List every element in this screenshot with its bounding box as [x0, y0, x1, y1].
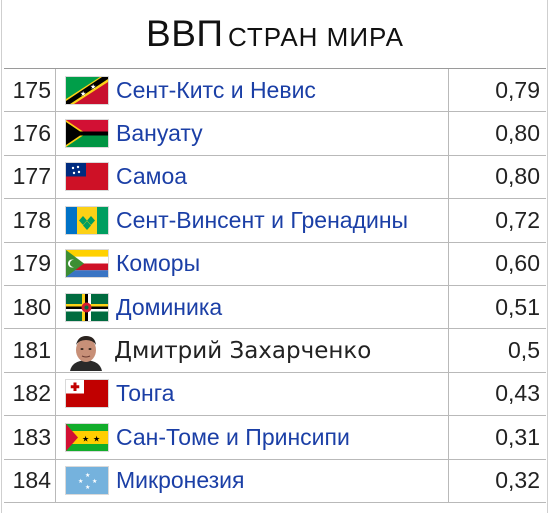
svg-text:★: ★: [80, 90, 86, 98]
rank-cell: 183: [4, 416, 56, 459]
name-cell: Самоа: [56, 155, 449, 199]
name-cell: Сент-Винсент и Гренадины: [56, 199, 449, 242]
country-link[interactable]: Доминика: [116, 294, 222, 321]
table-row: 183 ★ ★ Сан-Томе и Принсипи 0,31: [4, 416, 546, 460]
country-link[interactable]: Сент-Китс и Невис: [116, 77, 316, 104]
rank-cell: 177: [4, 155, 56, 199]
svg-text:★: ★: [90, 83, 96, 91]
name-cell: ★ ★ Сент-Китс и Невис: [56, 69, 449, 112]
page-title: ВВП СТРАН МИРА: [0, 0, 550, 68]
flag-sao-tome-icon: ★ ★: [66, 423, 108, 451]
svg-text:★: ★: [85, 472, 90, 479]
name-cell: Коморы: [56, 242, 449, 285]
rank-cell: 179: [4, 242, 56, 285]
rank-cell: 180: [4, 285, 56, 329]
gdp-table: 175 ★ ★ Сент-Китс и Невис 0,79 176 Вануа…: [4, 68, 546, 513]
title-sub: СТРАН МИРА: [227, 22, 404, 52]
table-row: 176 Вануату 0,80: [4, 112, 546, 156]
country-link[interactable]: Самоа: [116, 163, 187, 190]
flag-micronesia-icon: ★ ★ ★ ★: [66, 467, 108, 495]
country-link[interactable]: Микронезия: [116, 467, 245, 494]
table-row: 182 Тонга 0,43: [4, 372, 546, 417]
country-link[interactable]: Сан-Томе и Принсипи: [116, 424, 350, 451]
svg-text:★: ★: [78, 478, 83, 485]
value-cell: 0,43: [495, 380, 540, 407]
name-cell: Вануату: [56, 112, 449, 155]
name-cell: Доминика: [56, 285, 449, 329]
svg-text:★: ★: [93, 434, 100, 443]
value-cell: 0,60: [495, 250, 540, 277]
flag-comoros-icon: [66, 250, 108, 278]
value-cell: 0,72: [495, 206, 540, 233]
value-cell: 0,51: [495, 293, 540, 320]
rank-cell: 184: [4, 459, 56, 502]
value-cell: 0,5: [508, 337, 540, 364]
rank-cell: 176: [4, 112, 56, 155]
country-link[interactable]: Коморы: [116, 250, 200, 277]
rank-cell: 182: [4, 372, 56, 416]
value-cell: 0,80: [495, 120, 540, 147]
country-link[interactable]: Тонга: [116, 380, 174, 407]
table-row: 177 Самоа 0,80: [4, 155, 546, 200]
country-link[interactable]: Вануату: [116, 120, 203, 147]
person-name: Дмитрий Захарченко: [114, 337, 372, 364]
name-cell: Тонга: [56, 372, 449, 416]
name-cell: ★ ★ Сан-Томе и Принсипи: [56, 416, 449, 459]
flag-samoa-icon: [66, 163, 108, 191]
rank-cell: 175: [4, 69, 56, 112]
person-photo: [66, 330, 106, 371]
flag-vanuatu-icon: [66, 120, 108, 148]
rank-cell: 181: [4, 329, 56, 372]
name-cell: ★ ★ ★ ★ Микронезия: [56, 459, 449, 502]
value-cell: 0,79: [495, 76, 540, 103]
table-row: 184 ★ ★ ★ ★ Микронезия 0,32: [4, 459, 546, 503]
flag-tonga-icon: [66, 380, 108, 408]
value-cell: 0,32: [495, 467, 540, 494]
svg-text:★: ★: [82, 434, 89, 443]
table-row: 181 Дмитрий Захарченко 0,5: [4, 329, 546, 373]
title-main: ВВП: [146, 13, 224, 54]
svg-text:★: ★: [85, 484, 90, 491]
rank-cell: 178: [4, 199, 56, 242]
flag-saint-vincent-icon: [66, 206, 108, 234]
svg-text:★: ★: [92, 478, 97, 485]
name-cell: Дмитрий Захарченко: [56, 329, 449, 372]
table-row: 175 ★ ★ Сент-Китс и Невис 0,79: [4, 69, 546, 113]
flag-dominica-icon: [66, 293, 108, 321]
table-row: 179 Коморы 0,60: [4, 242, 546, 286]
country-link[interactable]: Сент-Винсент и Гренадины: [116, 207, 408, 234]
table-row: 180 Доминика 0,51: [4, 285, 546, 330]
table-row: 178 Сент-Винсент и Гренадины 0,72: [4, 199, 546, 243]
value-cell: 0,80: [495, 163, 540, 190]
flag-saint-kitts-nevis-icon: ★ ★: [66, 76, 108, 104]
value-cell: 0,31: [495, 423, 540, 450]
